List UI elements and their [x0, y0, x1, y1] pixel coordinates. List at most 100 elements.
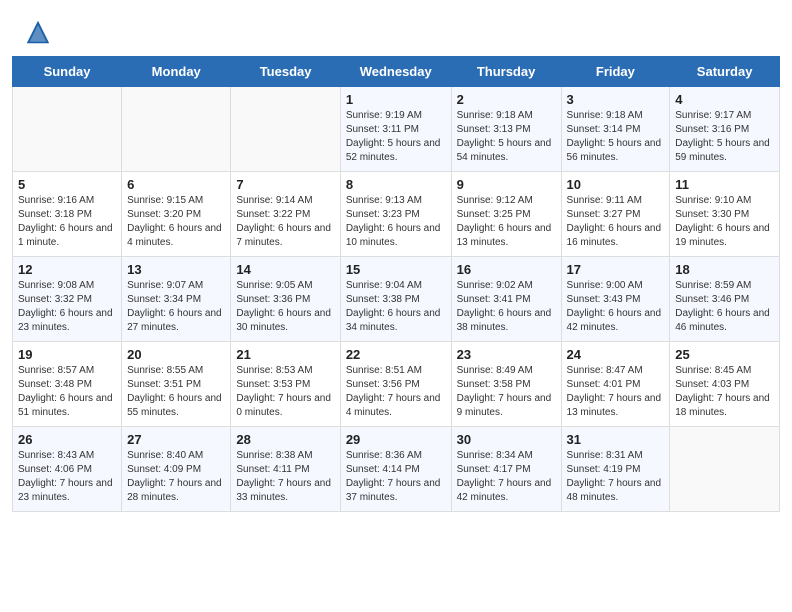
day-info: Sunrise: 8:49 AM Sunset: 3:58 PM Dayligh…: [457, 364, 556, 420]
weekday-header-thursday: Thursday: [451, 57, 561, 87]
day-number: 23: [457, 347, 556, 362]
day-number: 1: [346, 92, 446, 107]
calendar-body: 1Sunrise: 9:19 AM Sunset: 3:11 PM Daylig…: [13, 87, 780, 512]
day-info: Sunrise: 9:16 AM Sunset: 3:18 PM Dayligh…: [18, 194, 116, 250]
day-number: 9: [457, 177, 556, 192]
day-info: Sunrise: 9:10 AM Sunset: 3:30 PM Dayligh…: [675, 194, 774, 250]
day-info: Sunrise: 8:59 AM Sunset: 3:46 PM Dayligh…: [675, 279, 774, 335]
calendar-cell: 8 Sunrise: 9:13 AM Sunset: 3:23 PM Daylig…: [340, 172, 451, 257]
day-info: Sunrise: 8:57 AM Sunset: 3:48 PM Dayligh…: [18, 364, 116, 420]
day-number: 17: [567, 262, 665, 277]
day-number: 22: [346, 347, 446, 362]
day-info: Sunrise: 8:43 AM Sunset: 4:06 PM Dayligh…: [18, 449, 116, 505]
calendar-wrap: SundayMondayTuesdayWednesdayThursdayFrid…: [0, 56, 792, 524]
calendar-cell: 20 Sunrise: 8:55 AM Sunset: 3:51 PM Dayli…: [122, 342, 231, 427]
day-number: 18: [675, 262, 774, 277]
day-info: Sunrise: 8:47 AM Sunset: 4:01 PM Dayligh…: [567, 364, 665, 420]
page: SundayMondayTuesdayWednesdayThursdayFrid…: [0, 0, 792, 612]
day-info: Sunrise: 8:40 AM Sunset: 4:09 PM Dayligh…: [127, 449, 225, 505]
logo: [24, 18, 56, 46]
day-info: Sunrise: 9:17 AM Sunset: 3:16 PM Dayligh…: [675, 109, 774, 165]
calendar-cell: 1Sunrise: 9:19 AM Sunset: 3:11 PM Daylig…: [340, 87, 451, 172]
day-info: Sunrise: 9:18 AM Sunset: 3:13 PM Dayligh…: [457, 109, 556, 165]
day-info: Sunrise: 8:51 AM Sunset: 3:56 PM Dayligh…: [346, 364, 446, 420]
calendar-cell: 13Sunrise: 9:07 AM Sunset: 3:34 PM Dayli…: [122, 257, 231, 342]
day-info: Sunrise: 9:00 AM Sunset: 3:43 PM Dayligh…: [567, 279, 665, 335]
header: [0, 0, 792, 56]
weekday-header-monday: Monday: [122, 57, 231, 87]
calendar-cell: 2 Sunrise: 9:18 AM Sunset: 3:13 PM Daylig…: [451, 87, 561, 172]
day-info: Sunrise: 9:04 AM Sunset: 3:38 PM Dayligh…: [346, 279, 446, 335]
calendar-cell: [122, 87, 231, 172]
weekday-header-saturday: Saturday: [670, 57, 780, 87]
day-number: 15: [346, 262, 446, 277]
calendar-cell: 18 Sunrise: 8:59 AM Sunset: 3:46 PM Dayli…: [670, 257, 780, 342]
day-info: Sunrise: 8:38 AM Sunset: 4:11 PM Dayligh…: [236, 449, 334, 505]
calendar-cell: [13, 87, 122, 172]
day-number: 14: [236, 262, 334, 277]
day-number: 16: [457, 262, 556, 277]
weekday-header-row: SundayMondayTuesdayWednesdayThursdayFrid…: [13, 57, 780, 87]
day-number: 19: [18, 347, 116, 362]
day-number: 3: [567, 92, 665, 107]
calendar-cell: 11 Sunrise: 9:10 AM Sunset: 3:30 PM Dayli…: [670, 172, 780, 257]
calendar-cell: 30Sunrise: 8:34 AM Sunset: 4:17 PM Dayli…: [451, 427, 561, 512]
calendar-cell: 14 Sunrise: 9:05 AM Sunset: 3:36 PM Dayli…: [231, 257, 340, 342]
calendar-cell: 26 Sunrise: 8:43 AM Sunset: 4:06 PM Dayli…: [13, 427, 122, 512]
day-info: Sunrise: 9:14 AM Sunset: 3:22 PM Dayligh…: [236, 194, 334, 250]
day-info: Sunrise: 8:31 AM Sunset: 4:19 PM Dayligh…: [567, 449, 665, 505]
day-info: Sunrise: 9:02 AM Sunset: 3:41 PM Dayligh…: [457, 279, 556, 335]
day-info: Sunrise: 8:55 AM Sunset: 3:51 PM Dayligh…: [127, 364, 225, 420]
calendar-cell: 29Sunrise: 8:36 AM Sunset: 4:14 PM Dayli…: [340, 427, 451, 512]
calendar-cell: 23 Sunrise: 8:49 AM Sunset: 3:58 PM Dayli…: [451, 342, 561, 427]
week-row-1: 1Sunrise: 9:19 AM Sunset: 3:11 PM Daylig…: [13, 87, 780, 172]
day-number: 20: [127, 347, 225, 362]
day-number: 31: [567, 432, 665, 447]
calendar-cell: 15 Sunrise: 9:04 AM Sunset: 3:38 PM Dayli…: [340, 257, 451, 342]
calendar-cell: [670, 427, 780, 512]
day-number: 5: [18, 177, 116, 192]
day-info: Sunrise: 9:18 AM Sunset: 3:14 PM Dayligh…: [567, 109, 665, 165]
day-number: 11: [675, 177, 774, 192]
calendar-cell: 3 Sunrise: 9:18 AM Sunset: 3:14 PM Daylig…: [561, 87, 670, 172]
day-info: Sunrise: 9:13 AM Sunset: 3:23 PM Dayligh…: [346, 194, 446, 250]
calendar-cell: 17 Sunrise: 9:00 AM Sunset: 3:43 PM Dayli…: [561, 257, 670, 342]
day-number: 27: [127, 432, 225, 447]
calendar-cell: 31 Sunrise: 8:31 AM Sunset: 4:19 PM Dayli…: [561, 427, 670, 512]
week-row-5: 26 Sunrise: 8:43 AM Sunset: 4:06 PM Dayli…: [13, 427, 780, 512]
day-number: 30: [457, 432, 556, 447]
day-number: 8: [346, 177, 446, 192]
week-row-3: 12 Sunrise: 9:08 AM Sunset: 3:32 PM Dayli…: [13, 257, 780, 342]
calendar-cell: 19 Sunrise: 8:57 AM Sunset: 3:48 PM Dayli…: [13, 342, 122, 427]
day-number: 12: [18, 262, 116, 277]
day-info: Sunrise: 8:53 AM Sunset: 3:53 PM Dayligh…: [236, 364, 334, 420]
calendar-cell: 25 Sunrise: 8:45 AM Sunset: 4:03 PM Dayli…: [670, 342, 780, 427]
calendar-cell: 16 Sunrise: 9:02 AM Sunset: 3:41 PM Dayli…: [451, 257, 561, 342]
logo-icon: [24, 18, 52, 46]
day-info: Sunrise: 9:05 AM Sunset: 3:36 PM Dayligh…: [236, 279, 334, 335]
day-number: 13: [127, 262, 225, 277]
calendar-cell: 6 Sunrise: 9:15 AM Sunset: 3:20 PM Daylig…: [122, 172, 231, 257]
day-number: 7: [236, 177, 334, 192]
day-number: 2: [457, 92, 556, 107]
weekday-header-wednesday: Wednesday: [340, 57, 451, 87]
calendar-cell: 22 Sunrise: 8:51 AM Sunset: 3:56 PM Dayli…: [340, 342, 451, 427]
day-number: 26: [18, 432, 116, 447]
day-info: Sunrise: 8:36 AM Sunset: 4:14 PM Dayligh…: [346, 449, 446, 505]
day-number: 25: [675, 347, 774, 362]
day-number: 10: [567, 177, 665, 192]
day-info: Sunrise: 9:08 AM Sunset: 3:32 PM Dayligh…: [18, 279, 116, 335]
calendar-cell: 4Sunrise: 9:17 AM Sunset: 3:16 PM Daylig…: [670, 87, 780, 172]
week-row-4: 19 Sunrise: 8:57 AM Sunset: 3:48 PM Dayli…: [13, 342, 780, 427]
calendar-cell: 12 Sunrise: 9:08 AM Sunset: 3:32 PM Dayli…: [13, 257, 122, 342]
day-number: 6: [127, 177, 225, 192]
calendar-cell: 24 Sunrise: 8:47 AM Sunset: 4:01 PM Dayli…: [561, 342, 670, 427]
calendar-table: SundayMondayTuesdayWednesdayThursdayFrid…: [12, 56, 780, 512]
calendar-header: SundayMondayTuesdayWednesdayThursdayFrid…: [13, 57, 780, 87]
day-number: 24: [567, 347, 665, 362]
calendar-cell: 10Sunrise: 9:11 AM Sunset: 3:27 PM Dayli…: [561, 172, 670, 257]
day-info: Sunrise: 8:45 AM Sunset: 4:03 PM Dayligh…: [675, 364, 774, 420]
calendar-cell: 27 Sunrise: 8:40 AM Sunset: 4:09 PM Dayli…: [122, 427, 231, 512]
weekday-header-tuesday: Tuesday: [231, 57, 340, 87]
day-info: Sunrise: 9:15 AM Sunset: 3:20 PM Dayligh…: [127, 194, 225, 250]
